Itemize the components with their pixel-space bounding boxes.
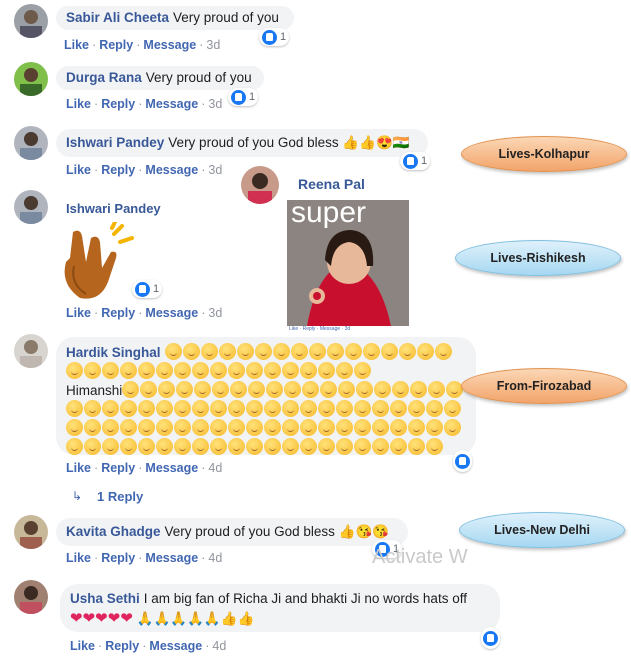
like-link[interactable]: Like xyxy=(66,306,91,320)
like-reaction-icon xyxy=(483,630,498,646)
comment-bubble: Sabir Ali Cheeta Very proud of you xyxy=(56,6,294,30)
message-link[interactable]: Message xyxy=(149,639,202,653)
like-link[interactable]: Like xyxy=(66,163,91,177)
comment-text: Very proud of you xyxy=(173,10,279,25)
reply-arrow-icon: ↳ xyxy=(72,489,83,503)
avatar[interactable] xyxy=(14,4,48,38)
comment-author[interactable]: Ishwari Pandey xyxy=(66,201,161,216)
comment-author[interactable]: Sabir Ali Cheeta xyxy=(66,10,169,25)
avatar[interactable] xyxy=(14,190,48,224)
timestamp[interactable]: 3d xyxy=(208,97,222,111)
like-reaction-icon xyxy=(455,453,470,469)
location-label-rishikesh: Lives-Rishikesh xyxy=(455,240,621,276)
like-link[interactable]: Like xyxy=(64,38,89,52)
comment-emoji: 👍👍😍🇮🇳 xyxy=(342,135,410,150)
like-reaction-icon xyxy=(262,29,277,45)
comment-actions: Like · Reply · Message · 3d xyxy=(64,38,221,52)
comment-actions: Like · Reply · Message · 4d xyxy=(70,639,227,653)
comment-bubble: Hardik Singhal Himanshi xyxy=(56,337,476,455)
timestamp[interactable]: 4d xyxy=(208,461,222,475)
location-label-kolhapur: Lives-Kolhapur xyxy=(461,136,627,172)
sticker-caption: super xyxy=(291,200,367,229)
comment-text: I am big fan of Richa Ji and bhakti Ji n… xyxy=(143,591,467,606)
message-link[interactable]: Message xyxy=(145,306,198,320)
comment-author[interactable]: Hardik Singhal xyxy=(66,345,161,360)
location-label-new-delhi: Lives-New Delhi xyxy=(459,512,625,548)
like-reaction-icon xyxy=(231,89,246,105)
comment-author[interactable]: Usha Sethi xyxy=(70,591,140,606)
comment-text: Very proud of you xyxy=(145,70,252,85)
avatar[interactable] xyxy=(14,126,48,160)
like-link[interactable]: Like xyxy=(66,461,91,475)
comment-bubble: Durga Rana Very proud of you xyxy=(56,66,264,90)
reply-link[interactable]: Reply xyxy=(99,38,133,52)
comment-emoji: 👍😘😘 xyxy=(338,524,390,539)
reply-link[interactable]: Reply xyxy=(105,639,139,653)
comment-text: Very proud of you God bless xyxy=(168,135,339,150)
comment-actions: Like · Reply · Message · 4d xyxy=(66,461,223,475)
comment-bubble: Ishwari Pandey Very proud of you God bles… xyxy=(56,129,428,157)
comment-actions: Like · Reply · Message · 3d xyxy=(66,306,223,320)
message-link[interactable]: Message xyxy=(145,97,198,111)
inset-author[interactable]: Reena Pal xyxy=(298,176,365,192)
like-link[interactable]: Like xyxy=(66,551,91,565)
activate-windows-watermark: Activate W xyxy=(372,546,468,568)
timestamp[interactable]: 4d xyxy=(212,639,226,653)
comment-actions: Like · Reply · Message · 4d xyxy=(66,551,223,565)
like-link[interactable]: Like xyxy=(66,97,91,111)
message-link[interactable]: Message xyxy=(143,38,196,52)
comment-text: Himanshi xyxy=(66,383,123,398)
timestamp[interactable]: 3d xyxy=(208,163,222,177)
location-label-firozabad: From-Firozabad xyxy=(461,368,627,404)
reply-link[interactable]: Reply xyxy=(101,551,135,565)
super-sticker-image: super xyxy=(287,200,409,326)
like-reaction-icon xyxy=(135,281,150,297)
reply-link[interactable]: Reply xyxy=(101,306,135,320)
comment-author[interactable]: Kavita Ghadge xyxy=(66,524,161,539)
message-link[interactable]: Message xyxy=(145,551,198,565)
reaction-count[interactable]: 1 xyxy=(259,28,290,46)
emoji-run xyxy=(66,381,464,455)
reply-link[interactable]: Reply xyxy=(101,163,135,177)
timestamp[interactable]: 4d xyxy=(208,551,222,565)
comment-bubble: Usha Sethi I am big fan of Richa Ji and b… xyxy=(60,584,500,632)
comment-author[interactable]: Durga Rana xyxy=(66,70,142,85)
inset-mini-actions: Like · Reply · Message · 3d xyxy=(289,326,351,332)
reaction-count[interactable]: 1 xyxy=(228,88,259,106)
timestamp[interactable]: 3d xyxy=(206,38,220,52)
like-link[interactable]: Like xyxy=(70,639,95,653)
reply-link[interactable]: Reply xyxy=(101,461,135,475)
reaction-count[interactable]: 1 xyxy=(132,280,163,298)
timestamp[interactable]: 3d xyxy=(208,306,222,320)
reaction-icon[interactable] xyxy=(453,450,472,472)
comment-actions: Like · Reply · Message · 3d xyxy=(66,163,223,177)
reaction-count[interactable]: 1 xyxy=(400,152,431,170)
reply-link[interactable]: Reply xyxy=(101,97,135,111)
avatar[interactable] xyxy=(14,62,48,96)
clapping-sticker xyxy=(56,218,140,302)
view-replies-link[interactable]: 1 Reply xyxy=(97,489,143,504)
comment-bubble: Kavita Ghadge Very proud of you God bless… xyxy=(56,518,408,546)
avatar[interactable] xyxy=(241,166,279,204)
emoji-run: ❤❤❤❤❤ 🙏🙏🙏🙏🙏👍👍 xyxy=(70,610,255,627)
avatar[interactable] xyxy=(14,515,48,549)
avatar[interactable] xyxy=(14,334,48,368)
comment-author[interactable]: Ishwari Pandey xyxy=(66,135,164,150)
message-link[interactable]: Message xyxy=(145,461,198,475)
avatar[interactable] xyxy=(14,580,48,614)
comment-text: Very proud of you God bless xyxy=(164,524,335,539)
like-reaction-icon xyxy=(403,153,418,169)
comment-actions: Like · Reply · Message · 3d xyxy=(66,97,223,111)
message-link[interactable]: Message xyxy=(145,163,198,177)
reaction-icon[interactable] xyxy=(481,627,500,649)
